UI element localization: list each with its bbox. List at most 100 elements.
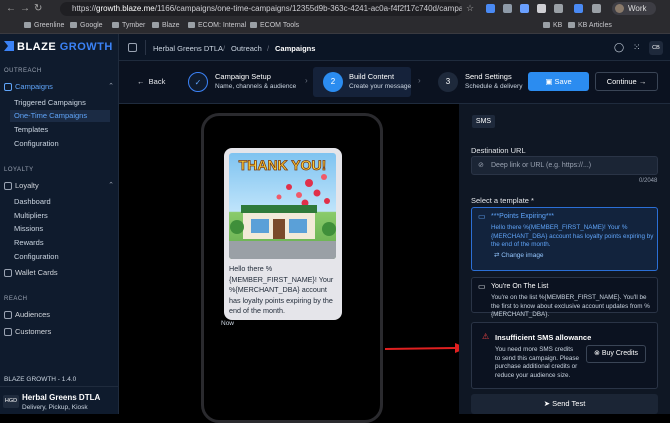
insufficient-sms-warning: ⚠ Insufficient SMS allowance You need mo… (471, 322, 658, 389)
brand-logo[interactable]: BLAZE GROWTH (4, 41, 113, 53)
breadcrumb-store[interactable]: Herbal Greens DTLA (153, 44, 223, 53)
customers-icon (4, 328, 12, 336)
bookmark-item[interactable]: ECOM Tools (250, 22, 299, 29)
profile-avatar (615, 4, 624, 13)
bookmark-item[interactable]: Google (70, 22, 103, 29)
save-button[interactable]: ▣ Save (528, 72, 589, 91)
sidebar-toggle-icon[interactable] (128, 43, 137, 52)
profile-button[interactable]: Work (612, 2, 656, 15)
audience-icon (4, 311, 12, 319)
bookmark-item[interactable]: KB (543, 22, 562, 29)
extension-icon[interactable] (486, 4, 495, 13)
sidebar-item-wallet-cards[interactable]: Wallet Cards (0, 266, 118, 280)
section-label-reach: REACH (4, 296, 28, 302)
chevron-right-icon: › (305, 76, 308, 85)
sidebar-item-audiences[interactable]: Audiences (0, 308, 118, 322)
step-desc: Schedule & delivery (465, 83, 523, 90)
step-number: 2 (323, 72, 343, 92)
message-image: THANK YOU! (229, 153, 336, 259)
thank-you-illustration: THANK YOU! (229, 157, 336, 259)
bookmark-item[interactable]: ECOM: Internal (188, 22, 246, 29)
message-icon: ▭ (478, 282, 486, 291)
breadcrumb-outreach[interactable]: Outreach (231, 44, 262, 53)
sidebar-item-configuration[interactable]: Configuration (14, 139, 59, 148)
wallet-icon (4, 269, 12, 277)
sidebar-item-multipliers[interactable]: Multipliers (14, 211, 48, 220)
bookmark-item[interactable]: Blaze (152, 22, 180, 29)
sidebar-item-templates[interactable]: Templates (14, 125, 48, 134)
extension-icon[interactable] (554, 4, 563, 13)
char-count: 0/2048 (639, 178, 658, 184)
bookmark-item[interactable]: Tymber (112, 22, 145, 29)
send-test-button[interactable]: ➤ Send Test (471, 394, 658, 414)
breadcrumb-separator: / (223, 44, 226, 53)
template-title: ***Points Expiring*** (491, 213, 555, 220)
message-timestamp: Now (221, 320, 235, 327)
address-bar[interactable]: https://growth.blaze.me/1166/campaigns/o… (60, 2, 462, 16)
sidebar: BLAZE GROWTH OUTREACH Campaigns ⌃ Trigger… (0, 34, 119, 414)
forward-nav-icon[interactable]: → (20, 3, 30, 14)
template-option-points-expiring[interactable]: ▭ ***Points Expiring*** Hello there %{ME… (471, 207, 658, 271)
user-avatar[interactable]: CB (649, 41, 663, 55)
reload-icon[interactable]: ↻ (34, 3, 42, 14)
step-title: Send Settings (465, 72, 512, 81)
sidebar-item-customers[interactable]: Customers (0, 325, 118, 339)
step-campaign-setup[interactable]: ✓ Campaign Setup Name, channels & audien… (188, 67, 303, 97)
sidebar-item-campaigns[interactable]: Campaigns ⌃ (0, 80, 118, 94)
bookmark-item[interactable]: KB Articles (568, 22, 612, 29)
store-name: Herbal Greens DTLA (22, 393, 101, 402)
apps-grid-icon[interactable]: ⁙ (633, 42, 641, 53)
step-title: Build Content (349, 72, 395, 81)
save-icon: ▣ (545, 77, 553, 86)
sidebar-item-rewards[interactable]: Rewards (14, 238, 44, 247)
buy-credits-button[interactable]: ⊗ Buy Credits (586, 345, 646, 363)
back-button[interactable]: ← Back (137, 77, 165, 86)
store-switcher[interactable]: HGD Herbal Greens DTLA Delivery, Pickup,… (0, 386, 118, 414)
sidebar-item-one-time-campaigns[interactable]: One-Time Campaigns (10, 110, 110, 122)
chevron-up-icon: ⌃ (108, 83, 114, 90)
step-build-content[interactable]: 2 Build Content Create your message (313, 67, 411, 97)
sidebar-item-loyalty[interactable]: Loyalty ⌃ (0, 179, 118, 193)
step-number: 3 (438, 72, 458, 92)
star-icon (4, 182, 12, 190)
section-label-outreach: OUTREACH (4, 68, 42, 74)
link-icon: ⊘ (478, 162, 484, 169)
tab-sms[interactable]: SMS (472, 115, 495, 128)
sidebar-item-missions[interactable]: Missions (14, 224, 43, 233)
section-label-loyalty: LOYALTY (4, 167, 34, 173)
warning-icon: ⚠ (482, 332, 490, 341)
annotation-arrow (385, 343, 467, 353)
bookmark-item[interactable]: Greenline (24, 22, 64, 29)
extension-icon[interactable] (520, 4, 529, 13)
warning-body: You need more SMS credits to send this c… (495, 346, 580, 379)
destination-url-input[interactable]: ⊘ Deep link or URL (e.g. https://...) (471, 156, 658, 175)
back-nav-icon[interactable]: ← (6, 3, 16, 14)
image-headline: THANK YOU! (239, 157, 327, 173)
extension-icon[interactable] (574, 4, 583, 13)
change-image-link[interactable]: ⇄ Change image (494, 251, 544, 259)
send-icon: ➤ (543, 399, 550, 408)
top-bar: Herbal Greens DTLA / Outreach / Campaign… (119, 34, 670, 61)
step-title: Campaign Setup (215, 72, 271, 81)
divider (145, 40, 146, 55)
extension-icon[interactable] (537, 4, 546, 13)
continue-button[interactable]: Continue → (595, 72, 658, 91)
sidebar-item-dashboard[interactable]: Dashboard (14, 197, 51, 206)
bookmarks-bar: Greenline Google Tymber Blaze ECOM: Inte… (0, 18, 670, 34)
step-send-settings[interactable]: 3 Send Settings Schedule & delivery (438, 67, 523, 97)
chevron-up-icon: ⌃ (108, 182, 114, 189)
template-option-on-the-list[interactable]: ▭ You're On The List You're on the list … (471, 277, 658, 318)
chat-icon[interactable]: ◯ (614, 42, 624, 53)
bookmark-star-icon[interactable]: ☆ (466, 3, 474, 14)
megaphone-icon (4, 83, 12, 91)
swap-icon: ⇄ (494, 252, 500, 259)
template-body: You're on the list %{MEMBER_FIRST_NAME}.… (491, 294, 650, 318)
warning-title: Insufficient SMS allowance (495, 333, 592, 342)
sidebar-item-triggered-campaigns[interactable]: Triggered Campaigns (14, 98, 86, 107)
store-badge: HGD (3, 395, 19, 408)
sidebar-item-loyalty-configuration[interactable]: Configuration (14, 252, 59, 261)
destination-url-label: Destination URL (471, 146, 526, 155)
extension-icon[interactable] (503, 4, 512, 13)
extensions-puzzle-icon[interactable] (592, 4, 601, 13)
breadcrumb-separator: / (267, 44, 270, 53)
